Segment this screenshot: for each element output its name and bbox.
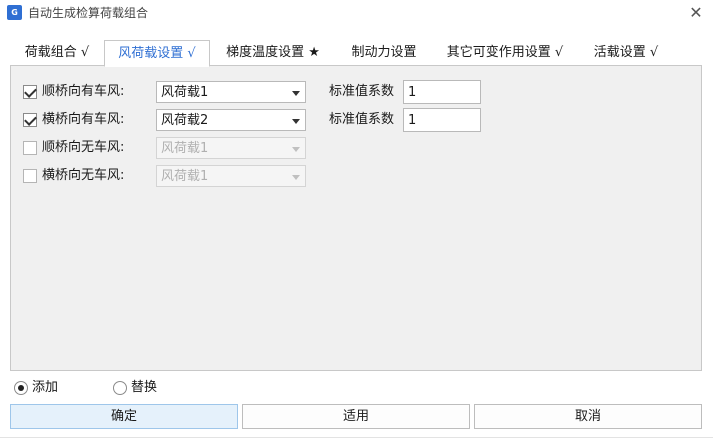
window-title: 自动生成检算荷载组合 <box>28 6 149 20</box>
apply-button[interactable]: 适用 <box>242 404 470 429</box>
tab-load-combination[interactable]: 荷载组合 √ <box>14 40 100 66</box>
app-icon: G <box>7 5 22 20</box>
select-value: 风荷载1 <box>161 85 209 100</box>
tab-live-load[interactable]: 活载设置 √ <box>584 40 668 66</box>
transverse-with-vehicle-select[interactable]: 风荷载2 <box>156 109 306 131</box>
transverse-with-vehicle-checkbox[interactable] <box>23 113 37 127</box>
title-bar: G 自动生成检算荷载组合 ✕ <box>0 0 713 26</box>
bottom-divider <box>0 437 713 438</box>
tab-gradient-temperature[interactable]: 梯度温度设置 ★ <box>216 40 330 66</box>
transverse-without-vehicle-select: 风荷载1 <box>156 165 306 187</box>
add-radio[interactable] <box>14 381 28 395</box>
tab-braking-force[interactable]: 制动力设置 <box>340 40 428 66</box>
standard-coefficient-input[interactable]: 1 <box>403 80 481 104</box>
standard-coefficient-label: 标准值系数 <box>329 112 395 127</box>
chevron-down-icon <box>292 147 300 152</box>
transverse-without-vehicle-checkbox[interactable] <box>23 169 37 183</box>
transverse-with-vehicle-label: 横桥向有车风: <box>42 112 125 127</box>
close-icon[interactable]: ✕ <box>686 3 706 23</box>
longitudinal-with-vehicle-label: 顺桥向有车风: <box>42 84 125 99</box>
longitudinal-without-vehicle-label: 顺桥向无车风: <box>42 140 125 155</box>
tab-wind-load[interactable]: 风荷载设置 √ <box>104 40 210 67</box>
cancel-button[interactable]: 取消 <box>474 404 702 429</box>
wind-load-panel: 顺桥向有车风: 风荷载1 标准值系数 1 横桥向有车风: 风荷载2 标准值系数 … <box>10 65 702 371</box>
add-label: 添加 <box>32 380 59 395</box>
longitudinal-with-vehicle-select[interactable]: 风荷载1 <box>156 81 306 103</box>
longitudinal-with-vehicle-checkbox[interactable] <box>23 85 37 99</box>
select-value: 风荷载1 <box>161 169 209 184</box>
standard-coefficient-label: 标准值系数 <box>329 84 395 99</box>
transverse-without-vehicle-label: 横桥向无车风: <box>42 168 125 183</box>
ok-button[interactable]: 确定 <box>10 404 238 429</box>
replace-radio[interactable] <box>113 381 127 395</box>
longitudinal-without-vehicle-checkbox[interactable] <box>23 141 37 155</box>
select-value: 风荷载2 <box>161 113 209 128</box>
tab-bar: 荷载组合 √ 风荷载设置 √ 梯度温度设置 ★ 制动力设置 其它可变作用设置 √… <box>0 40 713 67</box>
longitudinal-without-vehicle-select: 风荷载1 <box>156 137 306 159</box>
select-value: 风荷载1 <box>161 141 209 156</box>
tab-other-variable-actions[interactable]: 其它可变作用设置 √ <box>436 40 574 66</box>
chevron-down-icon <box>292 91 300 96</box>
chevron-down-icon <box>292 175 300 180</box>
standard-coefficient-input[interactable]: 1 <box>403 108 481 132</box>
replace-label: 替换 <box>131 380 158 395</box>
chevron-down-icon <box>292 119 300 124</box>
